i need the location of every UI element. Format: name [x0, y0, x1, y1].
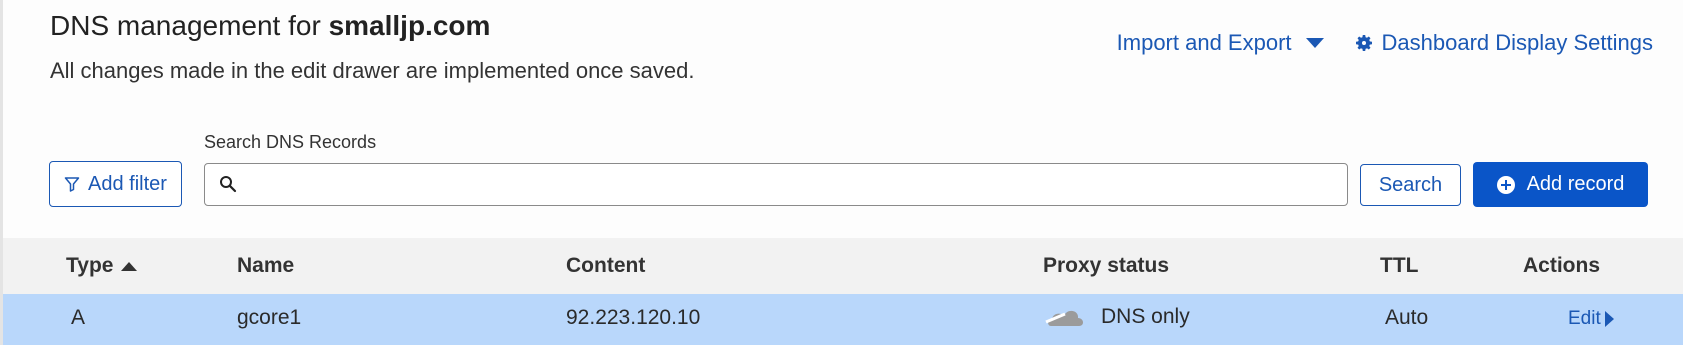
plus-circle-icon — [1496, 175, 1515, 194]
page-subtitle: All changes made in the edit drawer are … — [50, 58, 695, 83]
import-export-menu[interactable]: Import and Export — [1117, 30, 1324, 56]
column-header-actions: Actions — [1523, 254, 1601, 277]
search-label: Search DNS Records — [204, 132, 377, 152]
search-button[interactable]: Search — [1360, 164, 1461, 206]
add-filter-button[interactable]: Add filter — [49, 161, 182, 207]
cell-ttl: Auto — [1385, 306, 1429, 329]
sort-up-icon — [121, 261, 138, 271]
caret-right-icon — [1604, 311, 1614, 327]
cell-content: 92.223.120.10 — [566, 306, 701, 329]
table-header-row: Type Name Content Proxy status TTL Actio… — [3, 238, 1683, 294]
filter-icon — [64, 177, 80, 192]
import-export-label: Import and Export — [1116, 30, 1292, 55]
add-filter-label: Add filter — [88, 172, 167, 195]
column-header-content[interactable]: Content — [566, 254, 645, 278]
column-header-ttl[interactable]: TTL — [1380, 254, 1418, 278]
page-title: DNS management for smalljp.com — [50, 10, 490, 42]
column-header-proxy-status[interactable]: Proxy status — [1043, 254, 1169, 278]
add-record-button[interactable]: Add record — [1473, 162, 1648, 207]
cloud-icon — [1045, 310, 1084, 326]
search-icon — [220, 176, 237, 193]
column-header-name[interactable]: Name — [237, 254, 294, 278]
table-row[interactable]: A gcore1 92.223.120.10 DNS only Auto Edi… — [3, 294, 1683, 345]
page-title-domain: smalljp.com — [328, 10, 491, 41]
column-header-type[interactable]: Type — [66, 254, 138, 278]
page-title-prefix: DNS management for — [50, 10, 329, 41]
cell-type: A — [71, 306, 86, 329]
cell-proxy-status: DNS only — [1045, 304, 1190, 330]
edit-record-link[interactable]: Edit — [1568, 308, 1614, 330]
search-input[interactable] — [249, 164, 1343, 207]
caret-down-icon — [1305, 38, 1324, 48]
header-links: Import and Export Dashboard Display Sett… — [1117, 30, 1653, 56]
gear-icon — [1355, 35, 1372, 51]
add-record-label: Add record — [1526, 173, 1625, 195]
edit-label: Edit — [1568, 308, 1601, 329]
proxy-status-label: DNS only — [1101, 305, 1190, 328]
dashboard-display-settings-link[interactable]: Dashboard Display Settings — [1354, 30, 1653, 56]
column-header-type-label: Type — [66, 254, 114, 277]
cell-name: gcore1 — [237, 306, 302, 329]
dashboard-display-settings-label: Dashboard Display Settings — [1381, 30, 1653, 55]
search-field[interactable] — [204, 163, 1348, 207]
